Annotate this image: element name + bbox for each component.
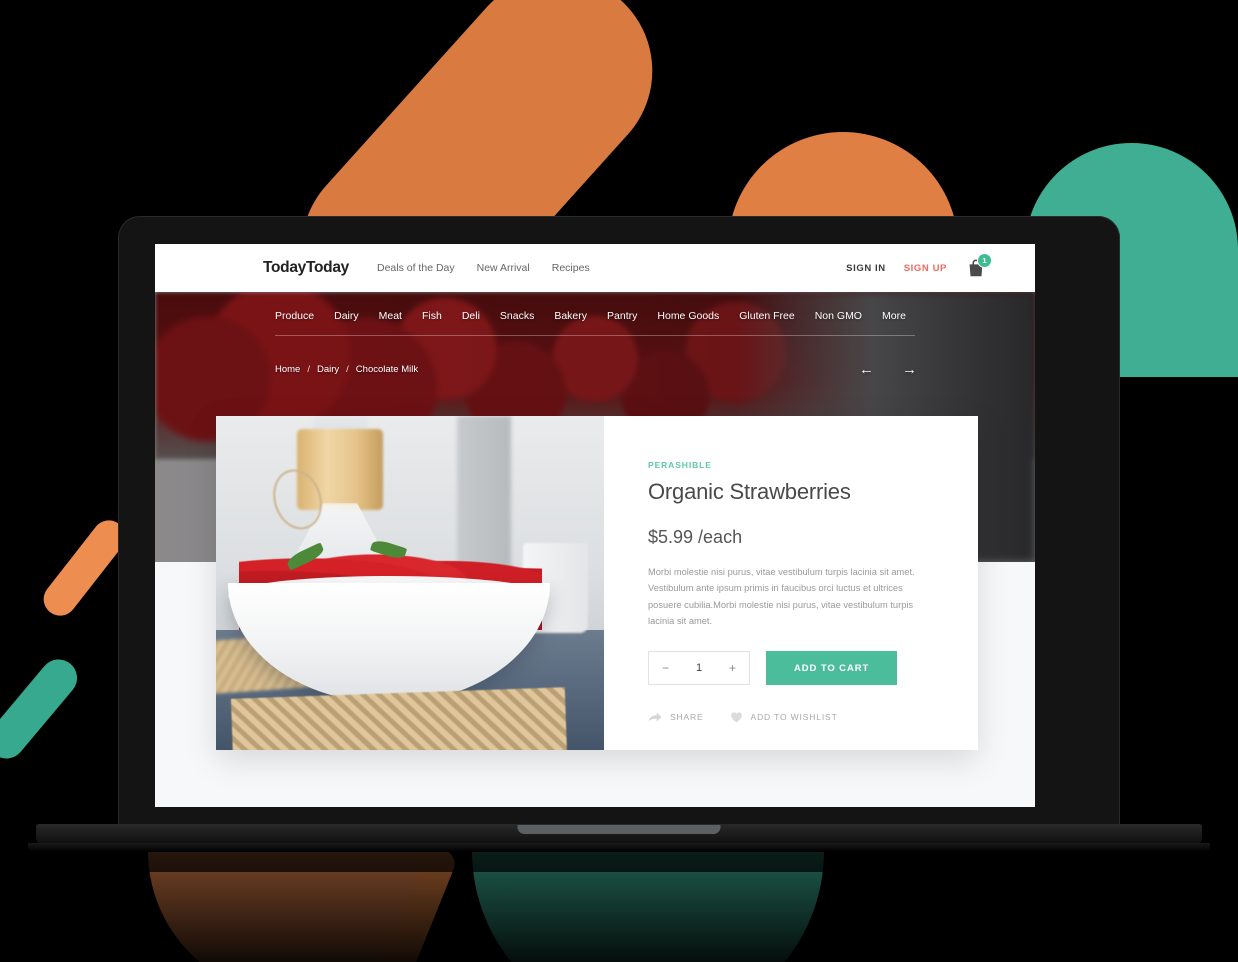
website-viewport: TodayToday Deals of the Day New Arrival … — [155, 244, 1035, 807]
sign-in-link[interactable]: SIGN IN — [846, 263, 886, 274]
nav-item-pantry[interactable]: Pantry — [607, 310, 637, 322]
header-link-recipes[interactable]: Recipes — [552, 262, 590, 274]
share-arrow-icon — [648, 712, 662, 722]
brand-logo[interactable]: TodayToday — [263, 259, 349, 277]
cart-count-badge: 1 — [977, 253, 992, 268]
breadcrumb-item-chocolate-milk: Chocolate Milk — [355, 364, 419, 375]
header-links: Deals of the Day New Arrival Recipes — [377, 262, 590, 274]
breadcrumb-separator: / — [346, 364, 349, 375]
cart-button[interactable]: 1 — [965, 253, 992, 279]
add-to-cart-button[interactable]: ADD TO CART — [766, 651, 898, 686]
laptop-base-notch — [517, 825, 721, 834]
share-button[interactable]: SHARE — [648, 711, 704, 723]
header-actions: SIGN IN SIGN UP 1 — [846, 253, 992, 279]
product-details: PERASHIBLE Organic Strawberries $5.99 /e… — [604, 416, 978, 750]
header-link-new-arrival[interactable]: New Arrival — [477, 262, 530, 274]
quantity-stepper[interactable]: − 1 + — [648, 651, 750, 686]
nav-item-dairy[interactable]: Dairy — [334, 310, 359, 322]
site-header: TodayToday Deals of the Day New Arrival … — [155, 244, 1035, 292]
quantity-increment-button[interactable]: + — [729, 662, 736, 674]
nav-item-bakery[interactable]: Bakery — [554, 310, 587, 322]
hero-pagination: ← → — [859, 362, 917, 377]
heart-icon — [730, 712, 742, 723]
breadcrumb-separator: / — [307, 364, 310, 375]
nav-item-deli[interactable]: Deli — [462, 310, 480, 322]
laptop-screen: TodayToday Deals of the Day New Arrival … — [155, 244, 1035, 807]
wishlist-label: ADD TO WISHLIST — [750, 712, 838, 723]
quantity-decrement-button[interactable]: − — [662, 662, 669, 674]
product-category-label: PERASHIBLE — [648, 460, 712, 470]
teal-capsule-shape-left — [0, 651, 85, 767]
nav-item-home-goods[interactable]: Home Goods — [657, 310, 719, 322]
breadcrumb: Home / Dairy / Chocolate Milk — [275, 364, 418, 375]
nav-item-more[interactable]: More — [882, 310, 906, 322]
breadcrumb-row: Home / Dairy / Chocolate Milk ← → — [155, 336, 1035, 377]
nav-item-fish[interactable]: Fish — [422, 310, 442, 322]
laptop-base-shadow — [28, 843, 1210, 852]
arrow-right-icon[interactable]: → — [902, 362, 917, 377]
quantity-value[interactable]: 1 — [696, 662, 702, 674]
purchase-row: − 1 + ADD TO CART — [648, 651, 932, 686]
nav-item-meat[interactable]: Meat — [379, 310, 402, 322]
product-price: $5.99 /each — [648, 527, 743, 547]
product-meta-actions: SHARE ADD TO WISHLIST — [648, 711, 932, 723]
nav-item-produce[interactable]: Produce — [275, 310, 314, 322]
add-to-wishlist-button[interactable]: ADD TO WISHLIST — [730, 711, 838, 723]
nav-item-snacks[interactable]: Snacks — [500, 310, 534, 322]
category-nav: Produce Dairy Meat Fish Deli Snacks Bake… — [155, 292, 1035, 322]
nav-item-non-gmo[interactable]: Non GMO — [815, 310, 862, 322]
laptop-mockup: TodayToday Deals of the Day New Arrival … — [28, 216, 1210, 852]
arrow-left-icon[interactable]: ← — [859, 362, 874, 377]
product-description: Morbi molestie nisi purus, vitae vestibu… — [648, 567, 915, 626]
breadcrumb-item-home[interactable]: Home — [275, 364, 300, 375]
share-label: SHARE — [670, 712, 704, 723]
teal-half-disc-shape — [472, 851, 824, 962]
product-title: Organic Strawberries — [648, 479, 851, 504]
breadcrumb-item-dairy[interactable]: Dairy — [317, 364, 339, 375]
product-image[interactable] — [216, 416, 604, 750]
product-card: PERASHIBLE Organic Strawberries $5.99 /e… — [216, 416, 978, 750]
header-link-deals[interactable]: Deals of the Day — [377, 262, 455, 274]
nav-item-gluten-free[interactable]: Gluten Free — [739, 310, 794, 322]
sign-up-link[interactable]: SIGN UP — [904, 263, 947, 274]
